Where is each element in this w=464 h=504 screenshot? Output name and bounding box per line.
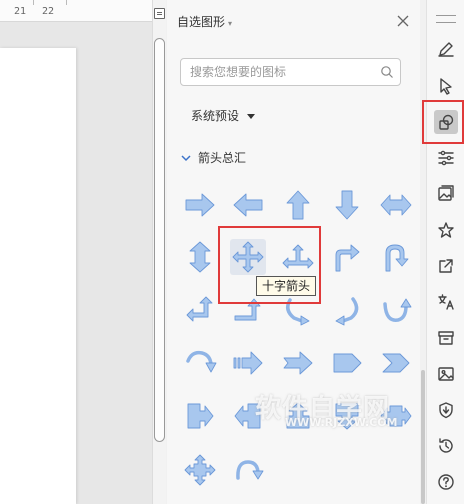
curved-left-arrow-shape[interactable] bbox=[329, 292, 365, 328]
pen-icon[interactable] bbox=[434, 37, 458, 61]
down-arrow-shape[interactable] bbox=[329, 187, 365, 223]
panel-scrollbar[interactable] bbox=[421, 370, 425, 504]
right-arrow-callout-shape[interactable] bbox=[182, 398, 218, 434]
close-button[interactable] bbox=[396, 13, 410, 27]
preset-dropdown[interactable]: 系统预设 bbox=[191, 107, 256, 124]
search-icon[interactable] bbox=[380, 65, 394, 79]
chevron-down-icon bbox=[181, 154, 191, 161]
dropdown-triangle-icon bbox=[247, 113, 256, 119]
chevron-shape[interactable] bbox=[378, 345, 414, 381]
ruler-mark: 21 bbox=[14, 6, 27, 17]
left-right-arrow-callout-shape[interactable] bbox=[378, 398, 414, 434]
left-right-up-arrow-shape[interactable] bbox=[280, 239, 316, 275]
curved-right-arrow-shape[interactable] bbox=[280, 292, 316, 328]
search-input[interactable] bbox=[181, 59, 371, 85]
preset-label: 系统预设 bbox=[191, 109, 240, 123]
share-icon[interactable] bbox=[434, 254, 458, 278]
striped-right-arrow-shape[interactable] bbox=[230, 345, 266, 381]
help-icon[interactable] bbox=[434, 470, 458, 494]
panel-title-text: 自选图形 bbox=[177, 15, 226, 29]
shape-search-box bbox=[180, 58, 401, 86]
up-down-arrow-shape[interactable] bbox=[182, 239, 218, 275]
up-arrow-shape[interactable] bbox=[280, 187, 316, 223]
ruler-mark: 22 bbox=[42, 6, 55, 17]
quad-arrow-shape[interactable] bbox=[230, 239, 266, 275]
image-gallery-icon[interactable] bbox=[434, 182, 458, 206]
left-up-arrow-shape[interactable] bbox=[182, 292, 218, 328]
quad-arrow-callout-shape[interactable] bbox=[182, 452, 218, 488]
notched-right-arrow-shape[interactable] bbox=[280, 345, 316, 381]
close-icon bbox=[397, 15, 409, 27]
caret-down-icon: ▾ bbox=[228, 19, 233, 28]
horizontal-ruler: 21 22 bbox=[0, 0, 152, 22]
circular-arrow-shape[interactable] bbox=[230, 452, 266, 488]
pentagon-shape[interactable] bbox=[329, 345, 365, 381]
picture-icon[interactable] bbox=[434, 362, 458, 386]
document-scroll-thumb[interactable] bbox=[154, 38, 165, 442]
ruler-tick bbox=[66, 0, 67, 5]
archive-icon[interactable] bbox=[434, 326, 458, 350]
curved-up-arrow-shape[interactable] bbox=[378, 292, 414, 328]
bent-up-arrow-shape[interactable] bbox=[230, 292, 266, 328]
toolbar-grip-icon[interactable] bbox=[436, 15, 456, 23]
category-label: 箭头总汇 bbox=[198, 151, 247, 165]
left-arrow-shape[interactable] bbox=[230, 187, 266, 223]
settings-sliders-icon[interactable] bbox=[434, 146, 458, 170]
shape-tooltip: 十字箭头 bbox=[256, 276, 317, 296]
panel-title[interactable]: 自选图形 ▾ bbox=[177, 13, 232, 30]
shield-icon[interactable] bbox=[434, 398, 458, 422]
bent-arrow-shape[interactable] bbox=[329, 239, 365, 275]
history-icon[interactable] bbox=[434, 434, 458, 458]
translate-icon[interactable] bbox=[434, 290, 458, 314]
curved-down-arrow-shape[interactable] bbox=[182, 345, 218, 381]
document-page[interactable] bbox=[0, 48, 76, 504]
category-header[interactable]: 箭头总汇 bbox=[180, 149, 246, 166]
u-turn-arrow-shape[interactable] bbox=[378, 239, 414, 275]
up-arrow-callout-shape[interactable] bbox=[280, 398, 316, 434]
left-right-arrow-shape[interactable] bbox=[378, 187, 414, 223]
star-icon[interactable] bbox=[434, 218, 458, 242]
right-toolbar bbox=[426, 0, 464, 504]
right-arrow-shape[interactable] bbox=[182, 187, 218, 223]
shapes-icon[interactable] bbox=[434, 110, 458, 134]
scroll-split-button[interactable] bbox=[154, 8, 165, 19]
left-arrow-callout-shape[interactable] bbox=[230, 398, 266, 434]
pointer-icon[interactable] bbox=[434, 74, 458, 98]
ruler-tick bbox=[33, 0, 34, 5]
down-arrow-callout-shape[interactable] bbox=[329, 398, 365, 434]
